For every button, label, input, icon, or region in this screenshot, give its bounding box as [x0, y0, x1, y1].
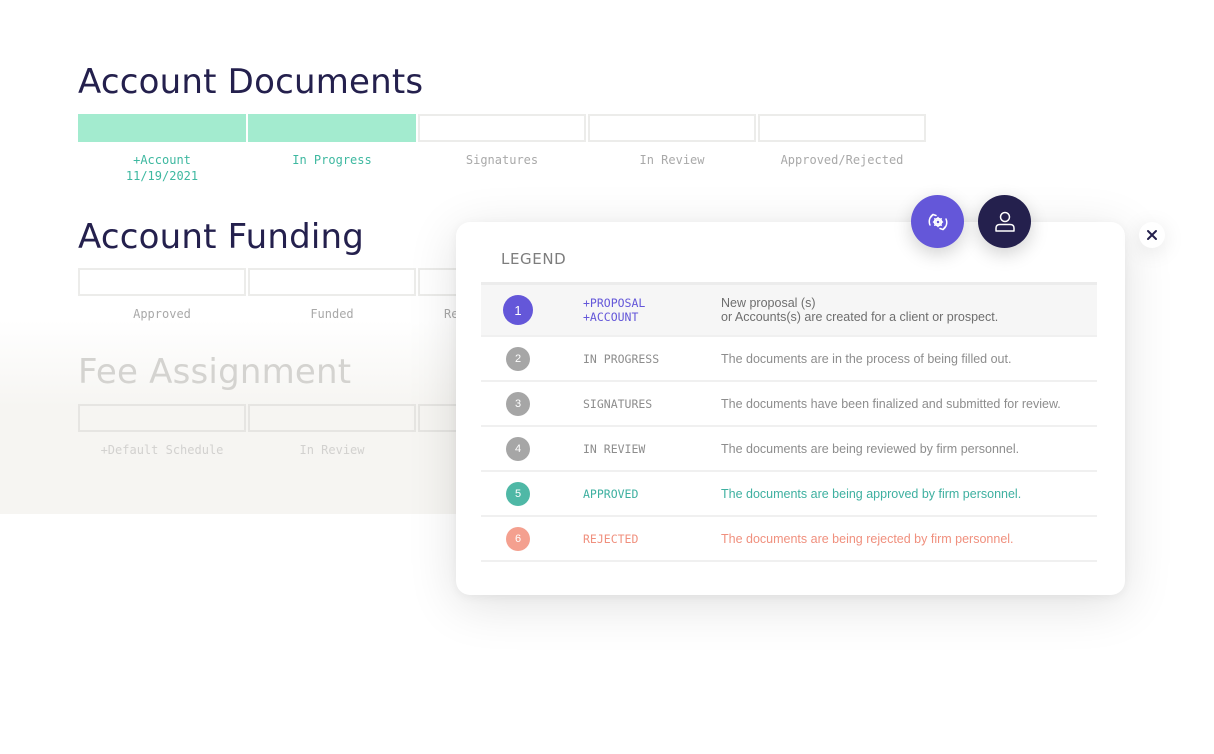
legend-description: The documents are being rejected by firm… — [721, 531, 1014, 546]
legend-description: New proposal (s) or Accounts(s) are crea… — [721, 296, 998, 324]
step-label: Re — [444, 307, 459, 321]
step-label: In Review — [299, 443, 365, 457]
user-button[interactable] — [978, 195, 1031, 248]
step-label: Funded — [310, 307, 354, 321]
step-funded[interactable]: Funded — [248, 268, 416, 322]
close-icon — [1147, 230, 1157, 240]
step-account[interactable]: +Account 11/19/2021 — [78, 114, 246, 184]
legend-row: 3 SIGNATURES The documents have been fin… — [481, 382, 1097, 427]
step-label: +Account 11/19/2021 — [126, 152, 198, 184]
legend-stage: IN REVIEW — [583, 441, 646, 456]
step-label: Signatures — [465, 153, 539, 167]
step-label: In Progress — [292, 153, 372, 167]
legend-row: 2 IN PROGRESS The documents are in the p… — [481, 337, 1097, 382]
step-bar — [78, 404, 246, 432]
legend-stage: APPROVED — [583, 486, 639, 501]
step-bar — [758, 114, 926, 142]
legend-row: 1 +PROPOSAL +ACCOUNT New proposal (s) or… — [481, 285, 1097, 337]
step-bar — [78, 268, 246, 296]
step-approved[interactable]: Approved — [78, 268, 246, 322]
step-bar — [418, 114, 586, 142]
settings-sync-button[interactable] — [911, 195, 964, 248]
step-number-badge: 3 — [506, 391, 530, 416]
legend-row: 5 APPROVED The documents are being appro… — [481, 472, 1097, 517]
legend-row: 6 REJECTED The documents are being rejec… — [481, 517, 1097, 562]
legend-description: The documents have been finalized and su… — [721, 396, 1061, 411]
step-approved-rejected[interactable]: Approved/Rejected — [758, 114, 926, 184]
step-number-badge: 5 — [506, 481, 530, 506]
step-number-badge: 2 — [506, 346, 530, 371]
step-label: In Review — [639, 153, 705, 167]
step-bar — [588, 114, 756, 142]
step-label: +Default Schedule — [100, 443, 224, 457]
legend-table: 1 +PROPOSAL +ACCOUNT New proposal (s) or… — [481, 282, 1097, 562]
section-title-account-funding: Account Funding — [78, 217, 365, 257]
step-in-review[interactable]: In Review — [248, 404, 416, 458]
legend-title: LEGEND — [501, 250, 567, 268]
step-label: Approved — [133, 307, 191, 321]
step-default-schedule[interactable]: +Default Schedule — [78, 404, 246, 458]
legend-description: The documents are in the process of bein… — [721, 351, 1012, 366]
legend-description-line1: New proposal (s) — [721, 296, 816, 310]
step-in-review[interactable]: In Review — [588, 114, 756, 184]
settings-sync-icon — [928, 213, 947, 230]
legend-stage: +PROPOSAL +ACCOUNT — [583, 296, 721, 324]
legend-stage: SIGNATURES — [583, 396, 653, 411]
legend-stage: REJECTED — [583, 531, 639, 546]
step-in-progress[interactable]: In Progress — [248, 114, 416, 184]
step-date: 11/19/2021 — [125, 169, 199, 183]
step-bar — [78, 114, 246, 142]
progress-steps-account-documents: +Account 11/19/2021 In Progress Signatur… — [78, 114, 926, 184]
legend-description: The documents are being reviewed by firm… — [721, 441, 1020, 456]
section-title-account-documents: Account Documents — [78, 62, 424, 102]
step-bar — [248, 268, 416, 296]
legend-stage-line2: +ACCOUNT — [583, 310, 639, 324]
step-number-badge: 1 — [503, 295, 533, 325]
close-button[interactable] — [1139, 222, 1165, 248]
step-bar — [248, 404, 416, 432]
legend-description-line2: or Accounts(s) are created for a client … — [721, 310, 999, 324]
legend-popover: LEGEND 1 +PROPOSAL +ACCOUNT New proposal… — [456, 222, 1125, 595]
legend-stage: IN PROGRESS — [583, 351, 660, 366]
legend-stage-line1: +PROPOSAL — [583, 296, 646, 310]
step-number-badge: 6 — [506, 526, 530, 551]
user-icon — [994, 211, 1015, 232]
step-label-text: +Account — [133, 153, 191, 167]
section-title-fee-assignment: Fee Assignment — [78, 352, 352, 392]
legend-row: 4 IN REVIEW The documents are being revi… — [481, 427, 1097, 472]
legend-description: The documents are being approved by firm… — [721, 486, 1022, 501]
step-number-badge: 4 — [506, 436, 530, 461]
step-signatures[interactable]: Signatures — [418, 114, 586, 184]
step-bar — [248, 114, 416, 142]
step-label: Approved/Rejected — [780, 153, 904, 167]
